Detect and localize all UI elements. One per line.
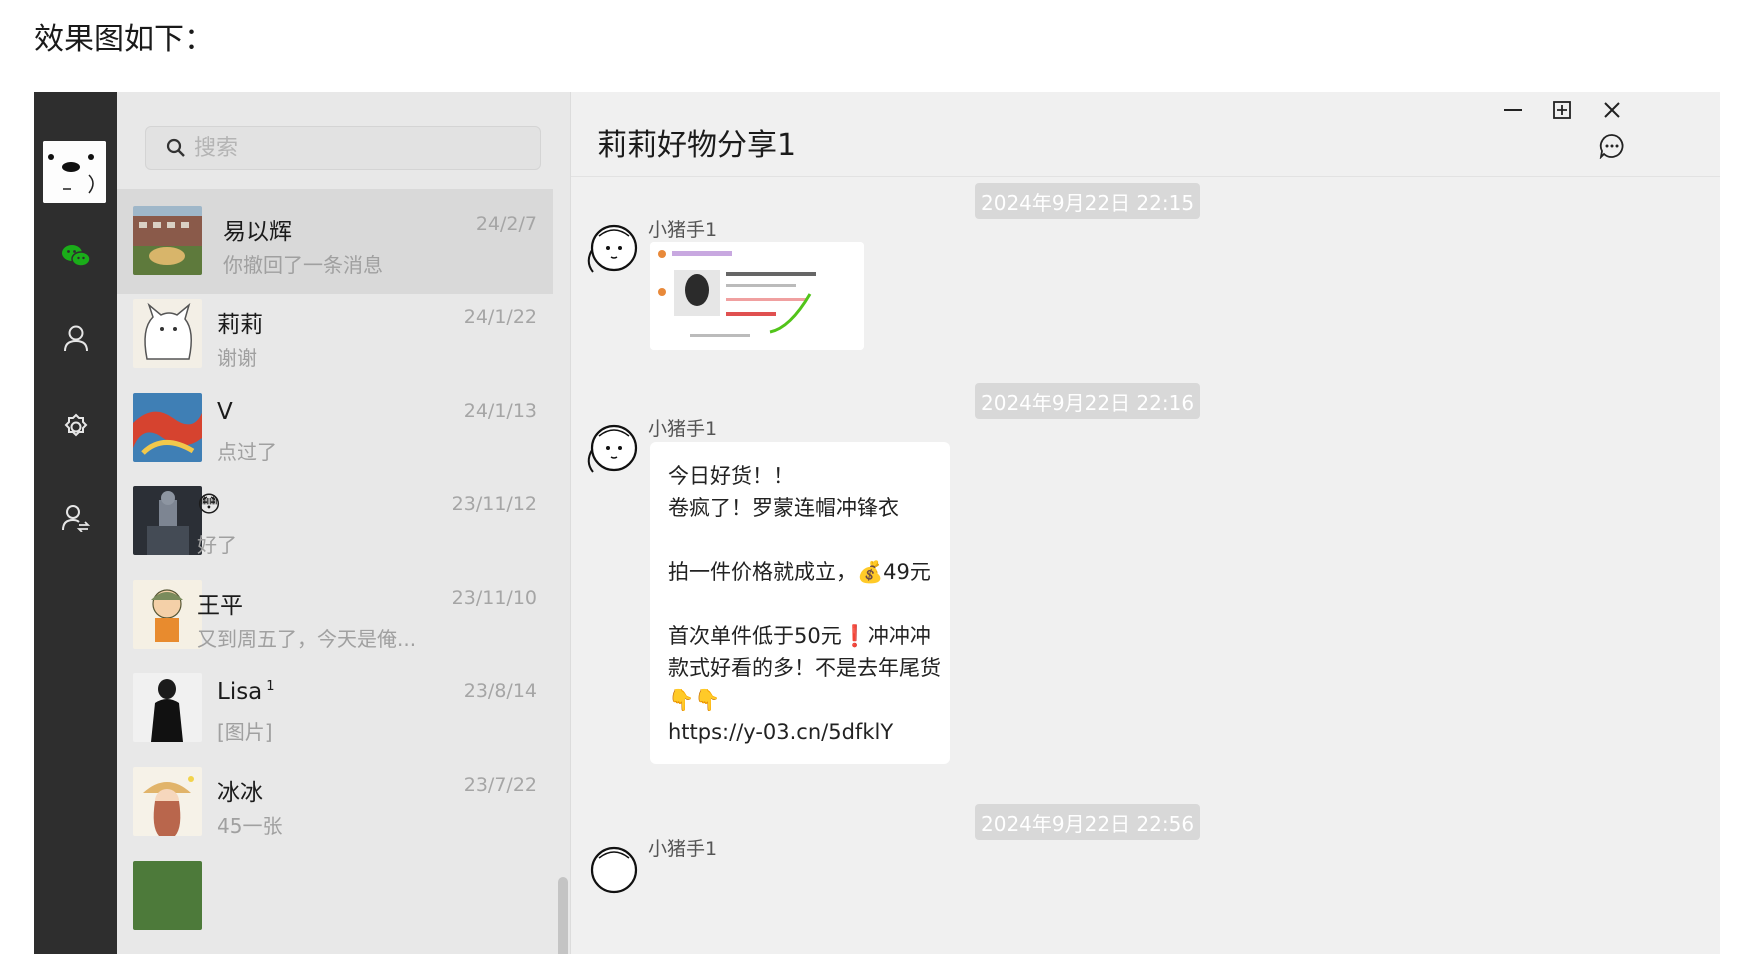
- chat-time: 24/2/7: [475, 213, 537, 235]
- avatar[interactable]: [581, 218, 643, 280]
- avatar: [133, 767, 202, 836]
- avatar: [133, 206, 202, 275]
- conversation-list: 易以辉 24/2/7 你撤回了一条消息 莉莉 24/1/22 谢谢: [117, 92, 571, 954]
- maximize-icon[interactable]: [1544, 92, 1580, 128]
- chat-name: 莉莉: [217, 312, 263, 338]
- chat-preview: 45一张: [217, 814, 283, 838]
- chat-time: 23/8/14: [463, 680, 537, 702]
- chat-time: 23/11/12: [451, 493, 537, 515]
- message-bubble[interactable]: 今日好货！！ 卷疯了！罗蒙连帽冲锋衣 拍一件价格就成立，💰49元 首次单件低于5…: [650, 442, 950, 764]
- conversation-header: 莉莉好物分享1: [571, 92, 1720, 177]
- chat-item-v[interactable]: V 24/1/13 点过了: [117, 376, 553, 481]
- user-switch-icon[interactable]: [34, 498, 117, 538]
- chat-more-icon[interactable]: [1594, 128, 1630, 164]
- settings-icon[interactable]: [34, 407, 117, 447]
- product-screenshot-image[interactable]: [650, 242, 864, 350]
- navigation-rail: [34, 92, 117, 954]
- chat-name: 王平: [197, 593, 243, 619]
- chat-time: 24/1/13: [463, 400, 537, 422]
- message-timestamp: 2024年9月22日 22:56: [975, 804, 1201, 840]
- chat-item-partial[interactable]: [117, 844, 553, 949]
- chat-time: 24/1/22: [463, 306, 537, 328]
- page-heading: 效果图如下：: [34, 22, 214, 57]
- search-box[interactable]: [145, 126, 541, 170]
- avatar[interactable]: [581, 418, 643, 480]
- conversation-title: 莉莉好物分享1: [597, 128, 797, 163]
- unread-badge: 1: [266, 679, 275, 695]
- chat-name: 冰冰: [217, 780, 263, 806]
- chat-name: Lisa 1: [217, 679, 275, 705]
- chat-item-yiyihui[interactable]: 易以辉 24/2/7 你撤回了一条消息: [117, 189, 553, 294]
- message-line: [668, 588, 936, 620]
- message-sender: 小猪手1: [648, 838, 718, 860]
- avatar: [133, 393, 202, 462]
- chat-name: 易以辉: [223, 219, 292, 245]
- chat-time: 23/7/22: [463, 774, 537, 796]
- contacts-icon[interactable]: [34, 318, 117, 358]
- avatar: [133, 673, 202, 742]
- chat-name: V: [217, 399, 233, 425]
- chat-item-emoji[interactable]: 😳 23/11/12 好了: [117, 469, 553, 574]
- message-line: 首次单件低于50元❗冲冲冲: [668, 624, 931, 648]
- chat-preview: 谢谢: [217, 346, 257, 370]
- message-link[interactable]: https://y-03.cn/5dfklY: [668, 720, 893, 744]
- chat-preview: 你撤回了一条消息: [223, 253, 383, 277]
- minimize-icon[interactable]: [1495, 92, 1531, 128]
- search-icon: [166, 138, 185, 157]
- message-timestamp: 2024年9月22日 22:15: [975, 183, 1201, 219]
- message-timestamp: 2024年9月22日 22:16: [975, 383, 1201, 419]
- message-sender: 小猪手1: [648, 418, 718, 440]
- chat-app-window: 易以辉 24/2/7 你撤回了一条消息 莉莉 24/1/22 谢谢: [34, 92, 1720, 954]
- avatar: [133, 580, 202, 649]
- message-line: 👇👇: [668, 688, 721, 712]
- close-icon[interactable]: [1594, 92, 1630, 128]
- chat-item-lili[interactable]: 莉莉 24/1/22 谢谢: [117, 282, 553, 387]
- chat-time: 23/11/10: [451, 587, 537, 609]
- chat-preview: 又到周五了，今天是俺...: [197, 627, 417, 651]
- message-line: [668, 524, 936, 556]
- list-scrollbar[interactable]: [558, 877, 568, 954]
- avatar[interactable]: [581, 840, 643, 902]
- chat-icon[interactable]: [34, 236, 117, 276]
- avatar: [133, 299, 202, 368]
- chat-item-bingbing[interactable]: 冰冰 23/7/22 45一张: [117, 750, 553, 855]
- chat-item-wangping[interactable]: 王平 23/11/10 又到周五了，今天是俺...: [117, 563, 553, 668]
- chat-item-lisa[interactable]: Lisa 1 23/8/14 [图片]: [117, 656, 553, 761]
- message-line: 款式好看的多！不是去年尾货: [668, 656, 941, 680]
- chat-preview: 点过了: [217, 440, 277, 464]
- avatar: [133, 861, 202, 930]
- message-sender: 小猪手1: [648, 219, 718, 241]
- message-line: 今日好货！！: [668, 464, 794, 488]
- avatar: [133, 486, 202, 555]
- chat-preview: [图片]: [217, 720, 273, 744]
- chat-preview: 好了: [197, 533, 237, 557]
- message-line: 拍一件价格就成立，💰49元: [668, 560, 931, 584]
- app-avatar-icon[interactable]: [43, 141, 106, 203]
- message-line: 卷疯了！罗蒙连帽冲锋衣: [668, 496, 899, 520]
- chat-name-text: Lisa: [217, 679, 263, 705]
- search-input[interactable]: [194, 135, 524, 161]
- chat-name: 😳: [197, 492, 221, 518]
- conversation-pane: 莉莉好物分享1 2024年9月22日 22:15 小猪手1 2024年9月22日…: [571, 92, 1720, 954]
